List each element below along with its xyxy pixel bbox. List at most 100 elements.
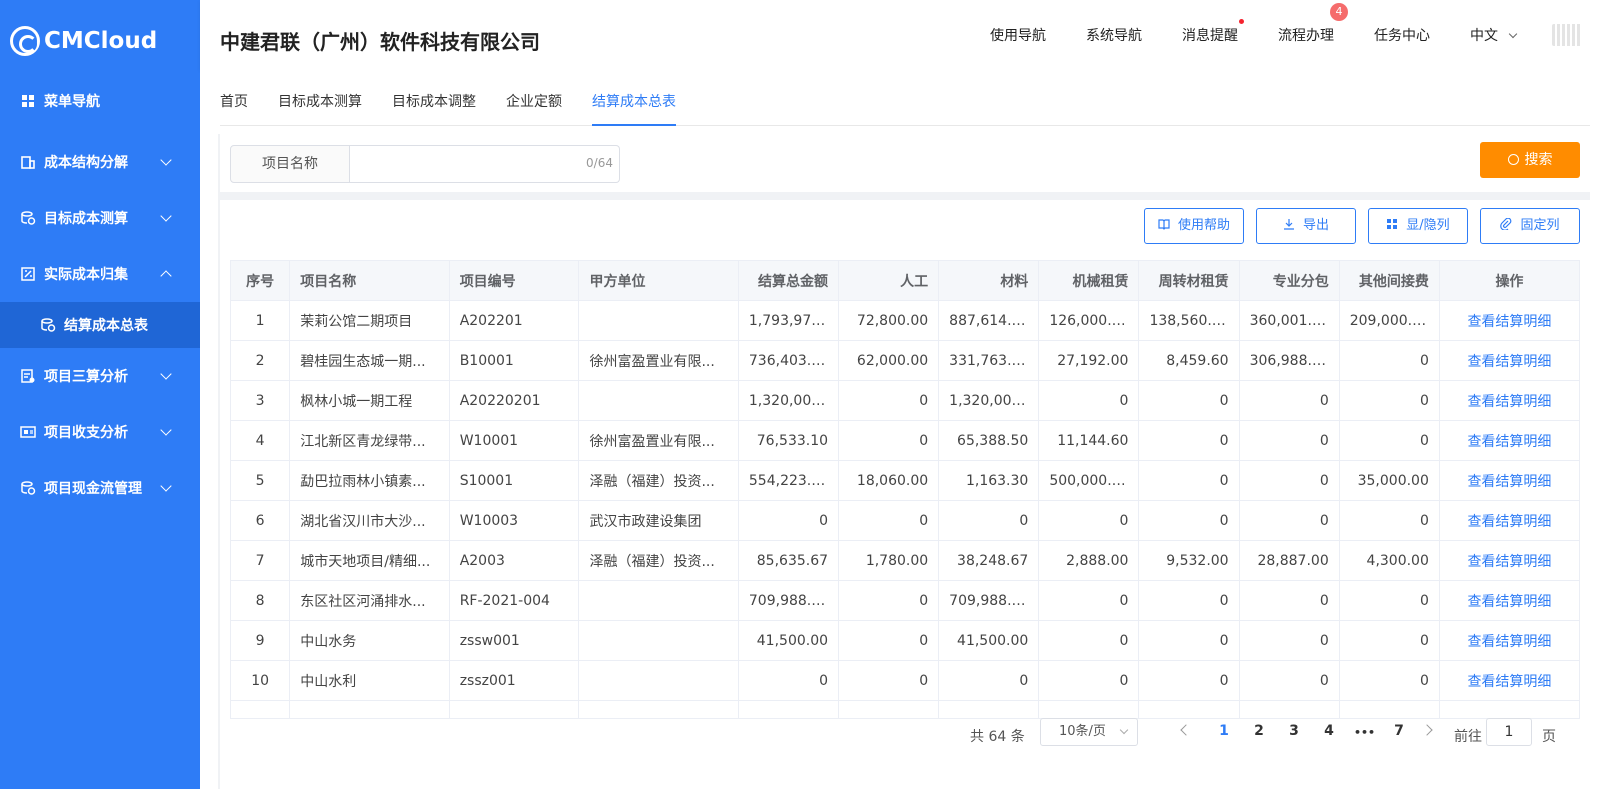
table-cell: 500,000.00 [1038,460,1140,501]
table-cell: 泽融（福建）投资... [578,460,739,501]
table-cell: W10003 [448,500,580,541]
toggle-columns-button[interactable]: 显/隐列 [1368,208,1468,244]
sidebar-item-label: 成本结构分解 [44,155,128,171]
top-header: 中建君联（广州）软件科技有限公司 使用导航 系统导航 消息提醒 流程办理 4 任务… [200,0,1600,70]
table-cell: 湖北省汉川市大沙... [289,500,450,541]
table-cell [938,700,1040,719]
nav-system-guide[interactable]: 系统导航 [1086,25,1142,45]
tab-enterprise-quota[interactable]: 企业定额 [506,70,562,126]
page-ellipsis[interactable]: ••• [1354,726,1375,739]
tab-settlement-summary[interactable]: 结算成本总表 [592,70,676,126]
sidebar-item-cash-flow[interactable]: 项目现金流管理 [0,460,200,516]
column-header: 机械租赁 [1038,260,1140,301]
sidebar-item-income-expense[interactable]: 项目收支分析 [0,404,200,460]
table-cell: 0 [1338,620,1440,661]
page-3[interactable]: 3 [1284,723,1304,739]
sidebar-item-settlement-summary[interactable]: 结算成本总表 [0,302,200,348]
sidebar-item-target-cost[interactable]: 目标成本测算 [0,190,200,246]
table-cell: 0 [1038,500,1140,541]
sidebar-item-three-calc[interactable]: 项目三算分析 [0,348,200,404]
nav-process[interactable]: 流程办理 4 [1278,3,1348,45]
nav-task-center[interactable]: 任务中心 [1374,25,1430,45]
page-size-select[interactable]: 10条/页 [1040,718,1138,746]
prev-page-icon[interactable] [1180,724,1192,736]
columns-label: 显/隐列 [1406,218,1450,233]
book-icon [1158,219,1170,230]
nav-usage-guide[interactable]: 使用导航 [990,25,1046,45]
help-button[interactable]: 使用帮助 [1144,208,1244,244]
top-nav: 使用导航 系统导航 消息提醒 流程办理 4 任务中心 中文 [990,0,1600,70]
sidebar-item-menu-nav[interactable]: 菜单导航 [0,82,200,120]
view-settlement-detail-link[interactable]: 查看结算明细 [1438,460,1581,501]
view-settlement-detail-link[interactable]: 查看结算明细 [1438,340,1581,381]
table-cell: 中山水利 [289,660,450,701]
export-button[interactable]: 导出 [1256,208,1356,244]
logo[interactable]: CMCloud [0,0,200,82]
help-label: 使用帮助 [1177,218,1230,233]
sidebar-item-label: 结算成本总表 [64,318,148,334]
page-2[interactable]: 2 [1249,723,1269,739]
language-select[interactable]: 中文 [1470,25,1518,45]
table-header-row: 序号 项目名称 项目编号 甲方单位 结算总金额 人工 材料 机械租赁 周转材租赁… [229,260,1581,301]
view-settlement-detail-link[interactable]: 查看结算明细 [1438,380,1581,421]
table-cell: 0 [1138,660,1240,701]
table-cell: 554,223.30 [737,460,840,501]
table-cell: 736,403.18 [737,340,840,381]
tab-home[interactable]: 首页 [220,70,248,126]
page-4[interactable]: 4 [1319,723,1339,739]
sidebar-item-actual-cost[interactable]: 实际成本归集 [0,246,200,302]
page-1[interactable]: 1 [1214,723,1234,739]
table-spacer-row [229,700,1581,719]
table-cell: 0 [838,580,940,621]
table-cell: 1,780.00 [838,540,940,581]
view-settlement-detail-link[interactable]: 查看结算明细 [1438,420,1581,461]
table-cell: 0 [1238,380,1340,421]
table-cell: 0 [1238,500,1340,541]
table-row: 4 江北新区青龙绿带... W10001 徐州富盈置业有限... 76,533.10 0 6… [229,420,1581,461]
table-cell: zssw001 [448,620,580,661]
table-cell: 武汉市政建设集团 [578,500,739,541]
table-panel: 使用帮助 导出 显/隐列 固定列 序号 项目名称 项目编号 甲方单位 结算总金额… [220,200,1590,789]
tab-target-cost-adjust[interactable]: 目标成本调整 [392,70,476,126]
pagination: 共 64 条 10条/页 1 2 3 4 ••• 7 前往 1 页 [220,718,1590,754]
project-name-input[interactable]: 0/64 [350,145,620,183]
next-page-icon[interactable] [1421,724,1433,736]
nav-messages[interactable]: 消息提醒 [1182,19,1244,45]
paperclip-icon [1500,218,1512,230]
table-cell: 1 [229,300,291,341]
table-row: 9 中山水务 zssw001 41,500.00 0 41,500.00 0 0 0 0 查看结算明… [229,620,1581,661]
table-cell: 1,163.30 [938,460,1040,501]
table-cell: 0 [1338,420,1440,461]
building-icon [21,156,35,169]
table-cell: 0 [1138,380,1240,421]
column-header: 结算总金额 [737,260,840,301]
tab-target-cost-calc[interactable]: 目标成本测算 [278,70,362,126]
page-7[interactable]: 7 [1389,723,1409,739]
table-row: 1 茉莉公馆二期项目 A202201 1,793,975.... 72,800.00 88… [229,300,1581,341]
table-cell: 0 [737,660,840,701]
table-row: 3 枫林小城一期工程 A20220201 1,320,000.... 0 1,320,00… [229,380,1581,421]
view-settlement-detail-link[interactable]: 查看结算明细 [1438,300,1581,341]
process-badge: 4 [1330,3,1348,21]
view-settlement-detail-link[interactable]: 查看结算明细 [1438,580,1581,621]
view-settlement-detail-link[interactable]: 查看结算明细 [1438,500,1581,541]
table-cell: 0 [1238,620,1340,661]
table-cell: 35,000.00 [1338,460,1440,501]
goto-page-input[interactable]: 1 [1486,718,1532,746]
grid-icon [1387,219,1398,229]
table-cell: 0 [838,660,940,701]
search-button[interactable]: 搜索 [1480,142,1580,178]
sidebar-item-cost-structure[interactable]: 成本结构分解 [0,134,200,190]
brand-name: CMCloud [44,28,158,54]
pin-columns-button[interactable]: 固定列 [1480,208,1580,244]
table-cell: 62,000.00 [838,340,940,381]
column-header: 周转材租赁 [1138,260,1240,301]
column-header: 材料 [938,260,1040,301]
table-cell: 18,060.00 [838,460,940,501]
view-settlement-detail-link[interactable]: 查看结算明细 [1438,660,1581,701]
view-settlement-detail-link[interactable]: 查看结算明细 [1438,540,1581,581]
table-cell: 江北新区青龙绿带... [289,420,450,461]
sidebar-item-label: 菜单导航 [44,94,100,110]
view-settlement-detail-link[interactable]: 查看结算明细 [1438,620,1581,661]
avatar[interactable] [1552,24,1582,46]
